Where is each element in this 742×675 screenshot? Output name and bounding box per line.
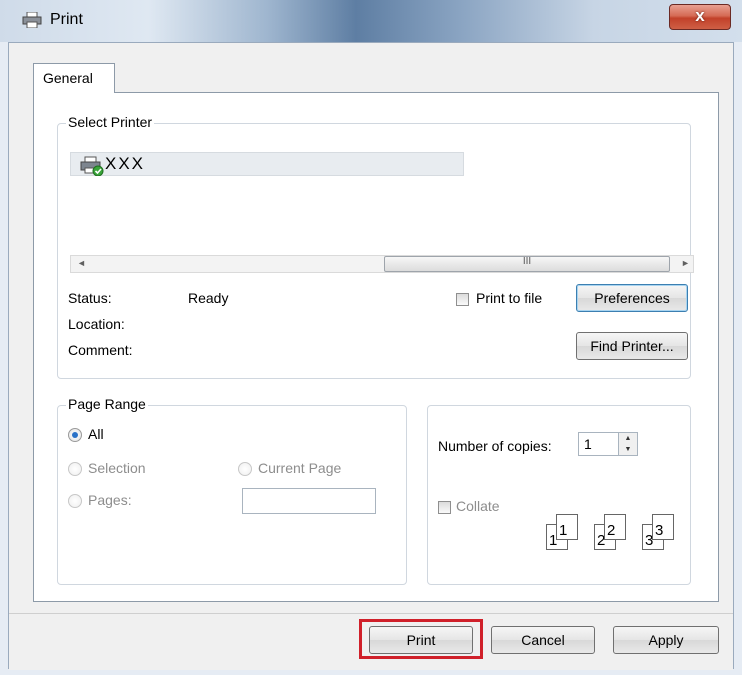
spin-down-icon[interactable]: ▼ (619, 444, 637, 455)
preferences-button[interactable]: Preferences (576, 284, 688, 312)
printer-icon (22, 12, 42, 28)
copies-spinner[interactable]: ▲ ▼ (618, 432, 638, 456)
location-label: Location: (68, 316, 125, 332)
pages-input[interactable] (242, 488, 376, 514)
status-label: Status: (68, 290, 112, 306)
radio-current-page[interactable] (238, 462, 252, 476)
dialog-body: General Select Printer XXX ◄ III ► Statu… (8, 42, 734, 670)
cancel-button[interactable]: Cancel (491, 626, 595, 654)
scrollbar-grip: III (522, 256, 532, 267)
radio-selection-label: Selection (88, 460, 146, 476)
collate-label: Collate (456, 498, 500, 514)
page-range-label: Page Range (66, 396, 148, 412)
radio-selection[interactable] (68, 462, 82, 476)
page-icon: 3 (652, 514, 674, 540)
general-panel: Select Printer XXX ◄ III ► Status: Ready… (33, 92, 719, 602)
printer-list-item[interactable]: XXX (70, 152, 464, 176)
status-value: Ready (188, 290, 229, 306)
tab-general[interactable]: General (33, 63, 115, 93)
radio-all[interactable] (68, 428, 82, 442)
print-dialog: Print x General Select Printer XXX ◄ III… (0, 0, 742, 675)
radio-pages[interactable] (68, 494, 82, 508)
title-bar[interactable]: Print x (0, 0, 742, 42)
collate-checkbox[interactable] (438, 501, 451, 514)
select-printer-group: Select Printer XXX ◄ III ► Status: Ready… (57, 114, 694, 379)
apply-button[interactable]: Apply (613, 626, 719, 654)
printer-icon (80, 156, 104, 176)
find-printer-button[interactable]: Find Printer... (576, 332, 688, 360)
scroll-left-icon[interactable]: ◄ (77, 258, 86, 268)
scrollbar-thumb[interactable]: III (384, 256, 670, 272)
tab-label: General (43, 70, 93, 86)
print-button-highlight (359, 619, 483, 659)
printer-name: XXX (105, 154, 146, 173)
horizontal-scrollbar[interactable]: ◄ III ► (70, 255, 694, 273)
radio-current-page-label: Current Page (258, 460, 342, 476)
comment-label: Comment: (68, 342, 133, 358)
window-title: Print (50, 11, 83, 28)
scroll-right-icon[interactable]: ► (681, 258, 690, 268)
select-printer-label: Select Printer (66, 114, 155, 130)
close-button[interactable]: x (669, 4, 731, 30)
print-to-file-label: Print to file (476, 290, 543, 306)
page-icon: 1 (556, 514, 578, 540)
radio-pages-label: Pages: (88, 492, 132, 508)
page-icon: 2 (604, 514, 626, 540)
radio-all-label: All (88, 426, 104, 442)
copies-group: Number of copies: 1 ▲ ▼ Collate 1 1 2 2 … (427, 405, 691, 585)
number-of-copies-label: Number of copies: (438, 438, 552, 454)
page-range-group: Page Range All Selection Current Page Pa… (57, 396, 407, 585)
spin-up-icon[interactable]: ▲ (619, 433, 637, 444)
close-icon: x (695, 6, 705, 25)
print-to-file-checkbox[interactable] (456, 293, 469, 306)
